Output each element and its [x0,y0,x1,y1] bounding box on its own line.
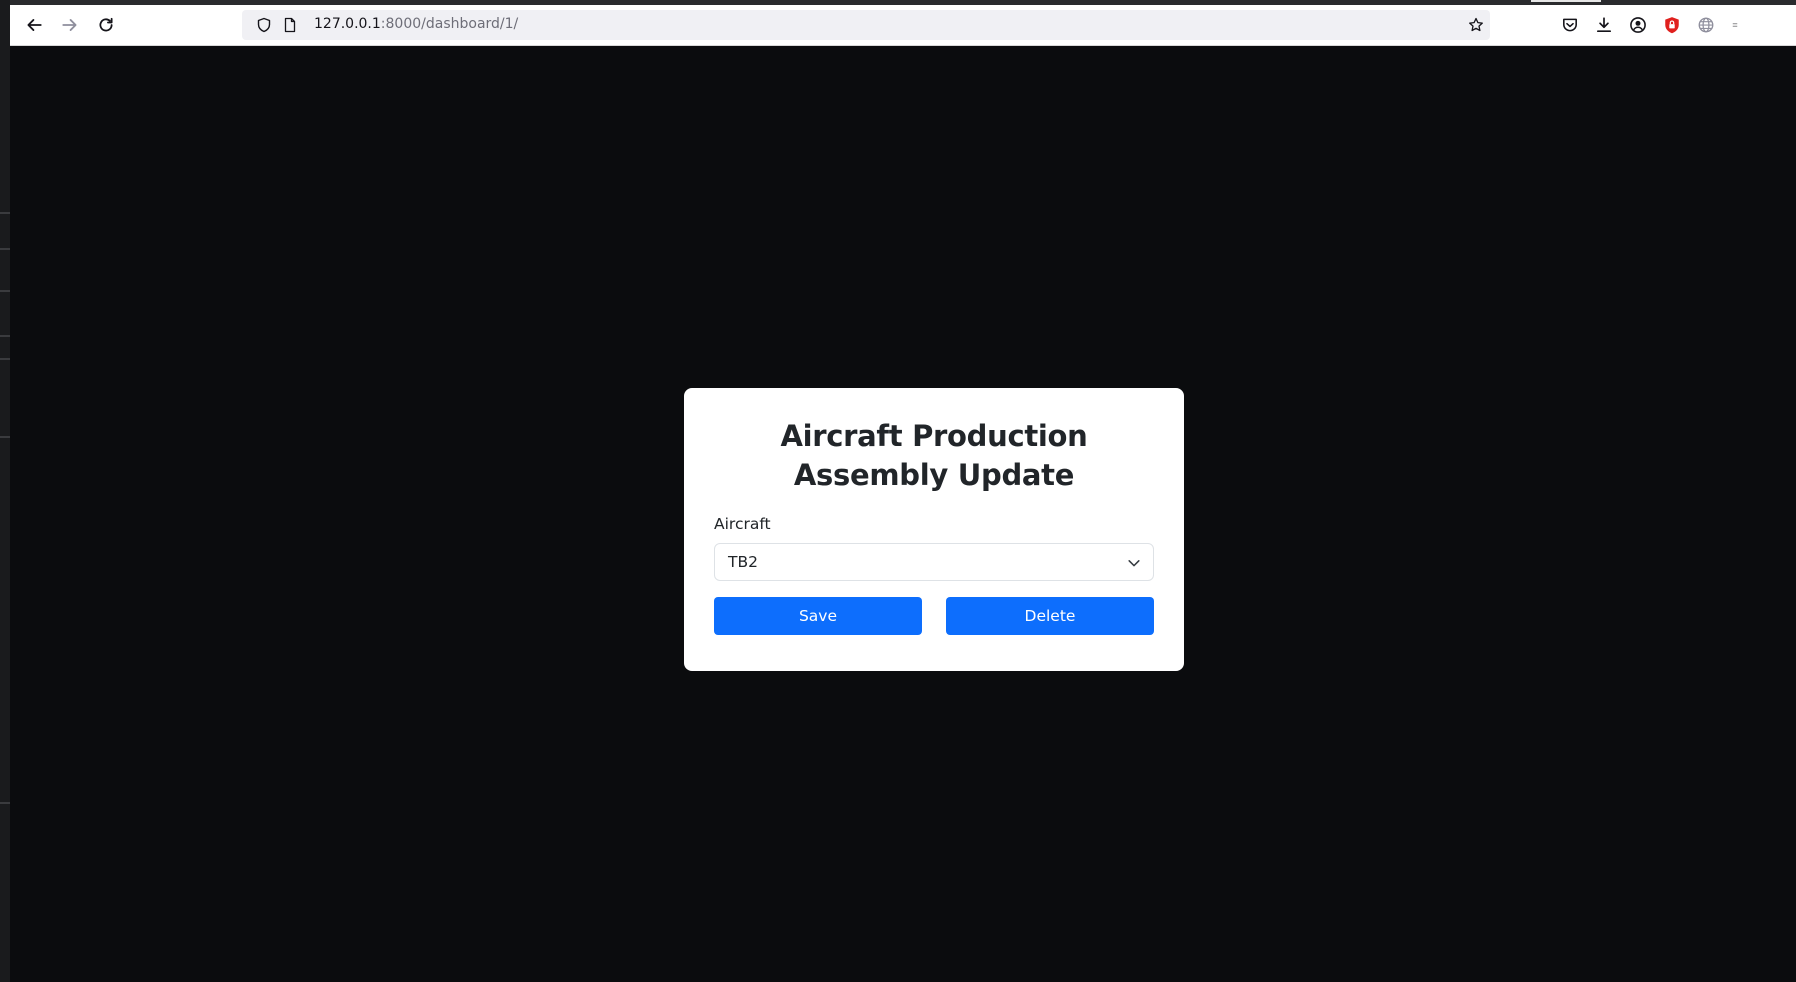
delete-button[interactable]: Delete [946,597,1154,635]
background-window-edge [0,0,10,982]
account-icon[interactable] [1624,11,1652,39]
overflow-menu-icon[interactable] [1726,11,1738,39]
aircraft-label: Aircraft [714,515,771,533]
browser-toolbar: 127.0.0.1:8000/dashboard/1/ [10,5,1796,46]
aircraft-select[interactable]: TB2 [714,543,1154,581]
save-button[interactable]: Save [714,597,922,635]
form-actions: Save Delete [714,597,1154,635]
back-arrow-icon[interactable] [20,11,48,39]
star-icon[interactable] [1468,17,1484,33]
globe-icon[interactable] [1692,11,1720,39]
lock-badge-icon[interactable] [1658,11,1686,39]
page-icon[interactable] [282,17,298,33]
chevron-down-icon [1128,560,1140,567]
forward-arrow-icon[interactable] [56,11,84,39]
aircraft-selected-value: TB2 [728,553,758,571]
download-icon[interactable] [1590,11,1618,39]
update-form-card: Aircraft Production Assembly Update Airc… [684,388,1184,671]
url-text[interactable]: 127.0.0.1:8000/dashboard/1/ [314,16,518,32]
pocket-icon[interactable] [1556,11,1584,39]
reload-icon[interactable] [92,11,120,39]
active-tab-indicator [1531,0,1601,2]
screen: 127.0.0.1:8000/dashboard/1/ Aircraft Pro… [0,0,1796,982]
url-bar[interactable]: 127.0.0.1:8000/dashboard/1/ [242,10,1490,40]
shield-icon[interactable] [256,17,272,33]
form-title: Aircraft Production Assembly Update [780,419,1088,492]
